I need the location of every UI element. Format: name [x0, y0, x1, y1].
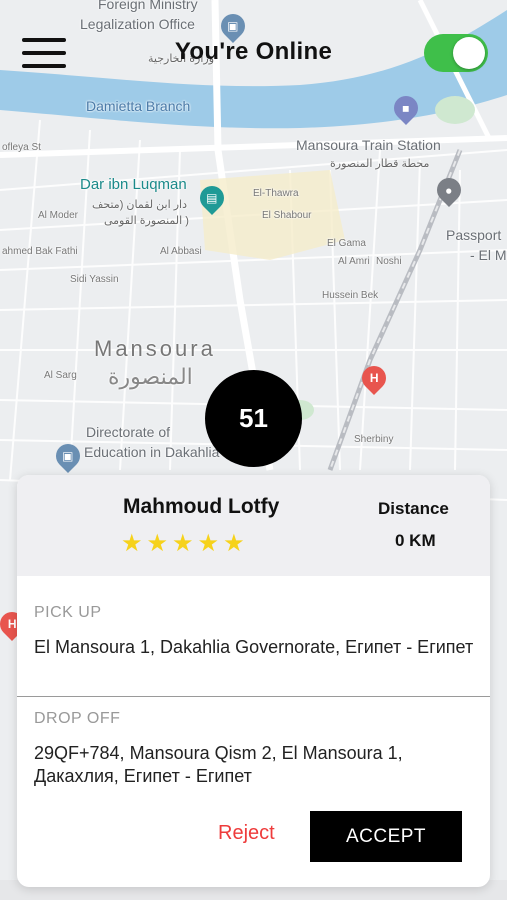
pickup-label: PICK UP: [34, 604, 102, 621]
star-icon: ★: [223, 530, 245, 557]
map-label: Al Amri: [338, 256, 370, 267]
map-label: محطة قطار المنصورة: [330, 158, 430, 170]
map-label: Foreign Ministry: [98, 0, 198, 12]
map-label: ofleya St: [2, 142, 41, 153]
distance-label: Distance: [378, 499, 449, 518]
star-icon: ★: [121, 530, 143, 557]
map-label: El Gama: [327, 238, 366, 249]
rider-name: Mahmoud Lotfy: [123, 495, 280, 518]
map-label: Sherbiny: [354, 434, 394, 445]
map-label: Legalization Office: [80, 16, 195, 32]
toggle-knob: [453, 37, 485, 69]
divider: [17, 696, 490, 697]
map-label: Damietta Branch: [86, 98, 191, 114]
map-label: Education in Dakahlia: [84, 444, 220, 460]
map-label: المنصورة القومى ): [104, 215, 189, 227]
map-city-label: Mansoura: [94, 336, 216, 361]
map-label: Al Moder: [38, 210, 79, 221]
map-label: Al Abbasi: [160, 246, 202, 257]
map-label: - El Ma: [470, 247, 507, 263]
ride-request-card: Mahmoud Lotfy ★ ★ ★ ★ ★ Distance 0 KM PI…: [17, 475, 490, 887]
dropoff-label: DROP OFF: [34, 710, 121, 727]
star-icon: ★: [197, 530, 220, 557]
map-label: دار ابن لقمان (متحف: [92, 199, 187, 211]
map-label: Mansoura Train Station: [296, 137, 441, 153]
rider-rating: ★ ★ ★ ★ ★: [121, 532, 245, 556]
reject-button[interactable]: Reject: [218, 822, 275, 845]
map-label: Passport: [446, 227, 502, 243]
online-toggle[interactable]: [424, 34, 488, 72]
map-label: Dar ibn Luqman: [80, 176, 187, 193]
star-icon: ★: [146, 530, 169, 557]
map-label: Al Sarg: [44, 370, 77, 381]
map-city-label: المنصورة: [108, 364, 193, 389]
map-label: El-Thawra: [253, 188, 299, 199]
distance-value: 0 KM: [395, 531, 436, 550]
rider-info-header: Mahmoud Lotfy ★ ★ ★ ★ ★ Distance 0 KM: [17, 475, 490, 576]
map-label: ahmed Bak Fathi: [2, 246, 78, 257]
map-label: Hussein Bek: [322, 290, 379, 301]
request-countdown-timer: 51: [205, 370, 302, 467]
star-icon: ★: [172, 530, 194, 557]
map-label: El Shabour: [262, 210, 312, 221]
map-label: Directorate of: [86, 424, 171, 440]
accept-button[interactable]: ACCEPT: [310, 811, 462, 862]
map-label: Noshi: [376, 256, 402, 267]
map-label: Sidi Yassin: [70, 274, 119, 285]
pickup-address: El Mansoura 1, Dakahlia Governorate, Еги…: [34, 637, 474, 657]
dropoff-address: 29QF+784, Mansoura Qism 2, El Mansoura 1…: [34, 743, 403, 786]
